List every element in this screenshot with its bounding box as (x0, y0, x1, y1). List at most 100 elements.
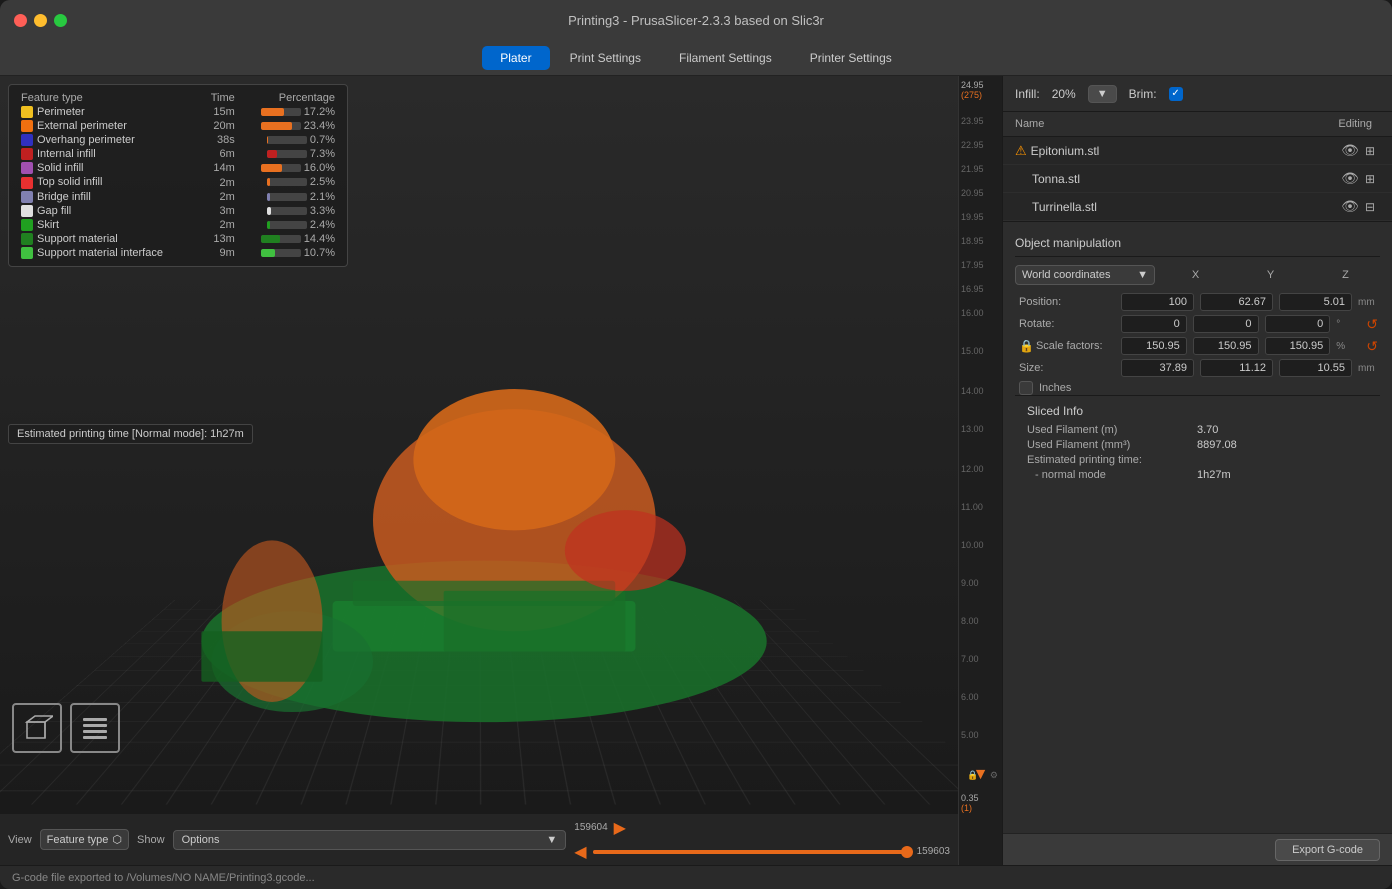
sliced-info-section: Sliced Info Used Filament (m) 3.70 Used … (1015, 395, 1380, 492)
normal-mode-row: - normal mode 1h27m (1027, 469, 1368, 481)
col-time: Time (200, 91, 239, 105)
position-label: Position: (1015, 296, 1115, 308)
rotate-y-input[interactable] (1193, 315, 1259, 333)
tab-print-settings[interactable]: Print Settings (552, 46, 659, 70)
view-type-dropdown[interactable]: Feature type ⬡ (40, 829, 129, 850)
close-button[interactable] (14, 14, 27, 27)
object-manipulation-section: Object manipulation World coordinates ▼ … (1003, 222, 1392, 833)
cube-view-icon[interactable] (12, 703, 62, 753)
ruler-right: 24.95(275) 23.95 22.95 21.95 20.95 19.95… (958, 76, 1002, 865)
tab-plater[interactable]: Plater (482, 46, 549, 70)
scale-label: 🔒 Scale factors: (1015, 339, 1115, 353)
rotate-x-input[interactable] (1121, 315, 1187, 333)
tab-filament-settings[interactable]: Filament Settings (661, 46, 790, 70)
show-dropdown[interactable]: Options ▼ (173, 830, 567, 850)
object-row-1[interactable]: ⚠ Epitonium.stl 👁 ⊞ (1003, 137, 1392, 165)
visibility-icon-3[interactable]: 👁 (1340, 197, 1360, 217)
position-unit: mm (1358, 297, 1380, 308)
viewport-3d[interactable]: Feature type Time Percentage Perimeter 1… (0, 76, 958, 813)
right-panel-bottom: Export G-code (1003, 833, 1392, 865)
used-filament-m-label: Used Filament (m) (1027, 424, 1197, 436)
object-list: ⚠ Epitonium.stl 👁 ⊞ Tonna.stl 👁 ⊞ Turrin… (1003, 137, 1392, 222)
scale-unit: % (1336, 341, 1358, 352)
top-controls: Infill: 20% ▼ Brim: (1003, 76, 1392, 112)
stats-row: Bridge infill 2m 2.1% (17, 190, 339, 204)
size-z-input[interactable] (1279, 359, 1352, 377)
brim-checkbox[interactable] (1169, 87, 1183, 101)
col-feature-type: Feature type (17, 91, 200, 105)
status-bar: G-code file exported to /Volumes/NO NAME… (0, 865, 1392, 889)
settings-icon-ruler[interactable]: ⚙ (990, 770, 998, 781)
visibility-icon-2[interactable]: 👁 (1340, 169, 1360, 189)
inches-label: Inches (1039, 382, 1071, 394)
infill-dropdown[interactable]: ▼ (1088, 85, 1117, 103)
ruler-top: 24.95(275) (961, 80, 984, 100)
right-panel: Infill: 20% ▼ Brim: Name Editing ⚠ Epito… (1002, 76, 1392, 865)
object-row-2[interactable]: Tonna.stl 👁 ⊞ (1003, 165, 1392, 193)
inches-row: Inches (1015, 381, 1380, 395)
infill-value: 20% (1052, 87, 1076, 101)
infill-label: Infill: (1015, 87, 1040, 101)
lock-icon-ruler[interactable]: 🔒 (967, 770, 978, 781)
ruler-bottom: 0.35(1) (961, 793, 979, 813)
axis-x-label: X (1161, 269, 1230, 281)
print-time-estimate: Estimated printing time [Normal mode]: 1… (8, 424, 253, 444)
layer-slider-container: 159604 ▶ ◀ 159603 (574, 818, 950, 862)
scale-x-input[interactable] (1121, 337, 1187, 355)
objects-col-name: Name (1015, 118, 1338, 130)
main-area: Feature type Time Percentage Perimeter 1… (0, 76, 1392, 865)
position-y-input[interactable] (1200, 293, 1273, 311)
slider-left-arrow[interactable]: ◀ (574, 842, 586, 862)
view-label: View (8, 834, 32, 846)
size-unit: mm (1358, 363, 1380, 374)
export-gcode-button[interactable]: Export G-code (1275, 839, 1380, 861)
coord-mode-dropdown[interactable]: World coordinates ▼ (1015, 265, 1155, 285)
titlebar: Printing3 - PrusaSlicer-2.3.3 based on S… (0, 0, 1392, 40)
grid-floor (0, 600, 958, 805)
object-list-header: Name Editing (1003, 112, 1392, 137)
normal-mode-label: - normal mode (1027, 469, 1197, 481)
size-x-input[interactable] (1121, 359, 1194, 377)
size-y-input[interactable] (1200, 359, 1273, 377)
stats-row: External perimeter 20m 23.4% (17, 119, 339, 133)
bottom-slider-row: ◀ 159603 (574, 842, 950, 862)
rotate-label: Rotate: (1015, 318, 1115, 330)
rotate-z-input[interactable] (1265, 315, 1331, 333)
rotate-reset-button[interactable]: ↺ (1364, 316, 1380, 333)
warning-icon-1: ⚠ (1015, 143, 1027, 159)
brim-label: Brim: (1129, 87, 1157, 101)
maximize-button[interactable] (54, 14, 67, 27)
viewport-container: Feature type Time Percentage Perimeter 1… (0, 76, 958, 865)
edit-icon-2[interactable]: ⊞ (1360, 169, 1380, 189)
rotate-unit: ° (1336, 319, 1358, 330)
edit-icon-3[interactable]: ⊟ (1360, 197, 1380, 217)
inches-checkbox[interactable] (1019, 381, 1033, 395)
object-row-3[interactable]: Turrinella.stl 👁 ⊟ (1003, 193, 1392, 221)
stats-table: Feature type Time Percentage Perimeter 1… (17, 91, 339, 260)
slider-min-val: 159603 (917, 846, 950, 857)
visibility-icon-1[interactable]: 👁 (1340, 141, 1360, 161)
slider-max-val: 159604 (574, 822, 607, 833)
axis-y-label: Y (1236, 269, 1305, 281)
viewport-bottom: View Feature type ⬡ Show Options ▼ 15960… (0, 813, 958, 865)
rotate-row: Rotate: ° ↺ (1015, 315, 1380, 333)
slider-right-arrow[interactable]: ▶ (614, 818, 626, 838)
stats-row: Gap fill 3m 3.3% (17, 204, 339, 218)
scale-z-input[interactable] (1265, 337, 1331, 355)
stats-row: Support material interface 9m 10.7% (17, 246, 339, 260)
edit-icon-1[interactable]: ⊞ (1360, 141, 1380, 161)
slider-track[interactable] (593, 850, 911, 854)
used-filament-m-row: Used Filament (m) 3.70 (1027, 424, 1368, 436)
stats-row: Skirt 2m 2.4% (17, 218, 339, 232)
ruler-ticks: 24.95(275) 23.95 22.95 21.95 20.95 19.95… (959, 76, 1002, 813)
window-title: Printing3 - PrusaSlicer-2.3.3 based on S… (568, 13, 824, 28)
tab-printer-settings[interactable]: Printer Settings (792, 46, 910, 70)
axis-z-label: Z (1311, 269, 1380, 281)
position-x-input[interactable] (1121, 293, 1194, 311)
scale-y-input[interactable] (1193, 337, 1259, 355)
scale-reset-button[interactable]: ↺ (1364, 338, 1380, 355)
stats-row: Internal infill 6m 7.3% (17, 147, 339, 161)
minimize-button[interactable] (34, 14, 47, 27)
layers-view-icon[interactable] (70, 703, 120, 753)
position-z-input[interactable] (1279, 293, 1352, 311)
